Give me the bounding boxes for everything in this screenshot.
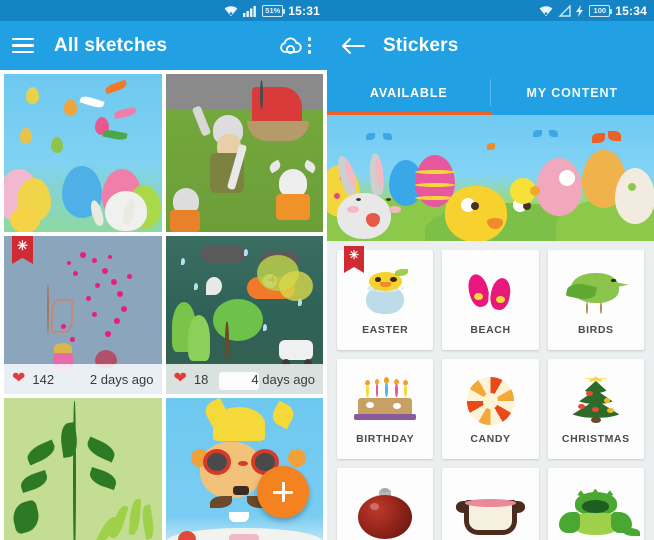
cloud-sync-icon[interactable]	[278, 35, 304, 57]
tab-my-content-label: MY CONTENT	[526, 85, 618, 100]
sketch-tile-tiger[interactable]	[165, 398, 323, 540]
sticker-pack-christmas[interactable]: CHRISTMAS	[547, 359, 644, 459]
battery-level-text: 51%	[265, 5, 281, 15]
left-app-bar: All sketches	[0, 21, 327, 70]
signal-empty-icon	[558, 4, 571, 17]
tab-my-content[interactable]: MY CONTENT	[491, 70, 654, 115]
heart-icon: ❤	[173, 370, 187, 387]
sketch-tile-viking[interactable]	[165, 74, 323, 232]
right-status-bar: 100 15:34	[327, 0, 654, 21]
sketch-art-tiger	[165, 398, 323, 540]
christmas-ornament-icon	[337, 488, 433, 540]
sketch-tile-leaves[interactable]	[4, 398, 162, 540]
add-sketch-fab[interactable]	[257, 466, 309, 518]
right-app-bar: Stickers	[327, 21, 654, 70]
flip-flops-icon	[442, 264, 538, 320]
sticker-pack-label: CANDY	[470, 433, 511, 445]
sketch-art-viking	[165, 74, 323, 232]
battery-level-text: 100	[593, 5, 607, 15]
like-count: 142	[32, 371, 55, 387]
sticker-pack-label: BIRDS	[577, 324, 614, 336]
easter-banner[interactable]	[327, 115, 654, 241]
sticker-pack-monster[interactable]	[547, 468, 644, 540]
sketch-tile-pink-dots[interactable]: ✳ ❤ 142 2 days ago	[4, 236, 162, 394]
left-status-bar: 51% 15:31	[0, 0, 327, 21]
birthday-cake-icon	[337, 373, 433, 429]
battery-indicator: 51%	[262, 4, 286, 17]
plus-icon	[273, 482, 293, 502]
signal-bars-icon	[243, 5, 257, 17]
status-bar-clock: 15:34	[615, 3, 647, 18]
tab-available-label: AVAILABLE	[369, 85, 448, 100]
sticker-pack-list: ✳ EASTER BEACH BIRDS BIRTHDAY CANDY CHRI…	[327, 241, 654, 540]
sketch-meta-bar: ❤ 18 4 days ago	[165, 364, 323, 394]
sticker-tabs: AVAILABLE MY CONTENT	[327, 70, 654, 115]
sticker-pack-label: EASTER	[362, 324, 409, 336]
sketch-tile-easter[interactable]	[4, 74, 162, 232]
left-screen-all-sketches: 51% 15:31 All sketches ✳ ❤ 142 2 days ag…	[0, 0, 327, 540]
sketch-art-easter	[4, 74, 162, 232]
timestamp: 4 days ago	[251, 371, 315, 387]
status-bar-clock: 15:31	[288, 3, 320, 18]
chick-in-egg-icon	[337, 264, 433, 320]
charging-bolt-icon	[576, 4, 584, 17]
dual-screenshot: 51% 15:31 All sketches ✳ ❤ 142 2 days ag…	[0, 0, 654, 540]
sticker-pack-candy[interactable]: CANDY	[442, 359, 539, 459]
like-count: 18	[193, 371, 209, 387]
christmas-tree-icon	[548, 373, 644, 429]
sticker-pack-birds[interactable]: BIRDS	[547, 250, 644, 350]
sticker-pack-pot[interactable]	[442, 468, 539, 540]
sticker-pack-beach[interactable]: BEACH	[442, 250, 539, 350]
sketch-tile-rain[interactable]: ❤ 18 4 days ago	[165, 236, 323, 394]
wifi-icon	[539, 5, 553, 17]
sticker-pack-birthday[interactable]: BIRTHDAY	[337, 359, 434, 459]
sticker-pack-easter[interactable]: ✳ EASTER	[337, 246, 434, 350]
swirl-candy-icon	[442, 373, 538, 429]
sketch-meta-bar: ❤ 142 2 days ago	[4, 364, 162, 394]
sketch-art-leaves	[4, 398, 162, 540]
timestamp: 2 days ago	[89, 371, 154, 387]
page-title: Stickers	[383, 34, 459, 56]
tab-available[interactable]: AVAILABLE	[327, 70, 491, 115]
sticker-pack-ornament[interactable]	[337, 468, 434, 540]
overflow-menu-icon[interactable]	[304, 37, 316, 54]
cooking-pot-icon	[442, 488, 538, 540]
page-title: All sketches	[54, 34, 168, 56]
sticker-pack-label: CHRISTMAS	[561, 433, 630, 445]
wifi-icon	[224, 5, 238, 17]
green-bird-icon	[548, 264, 644, 320]
sticker-pack-label: BEACH	[470, 324, 511, 336]
active-tab-indicator	[327, 112, 491, 115]
sticker-pack-label: BIRTHDAY	[356, 433, 415, 445]
heart-icon: ❤	[12, 370, 26, 387]
battery-indicator: 100	[589, 4, 613, 17]
sticker-grid: ✳ EASTER BEACH BIRDS BIRTHDAY CANDY CHRI…	[327, 241, 654, 540]
green-monster-icon	[548, 488, 644, 540]
hamburger-menu-icon[interactable]	[12, 37, 34, 54]
back-arrow-icon[interactable]	[341, 37, 365, 55]
right-screen-stickers: 100 15:34 Stickers AVAILABLE MY CONTENT	[327, 0, 654, 540]
